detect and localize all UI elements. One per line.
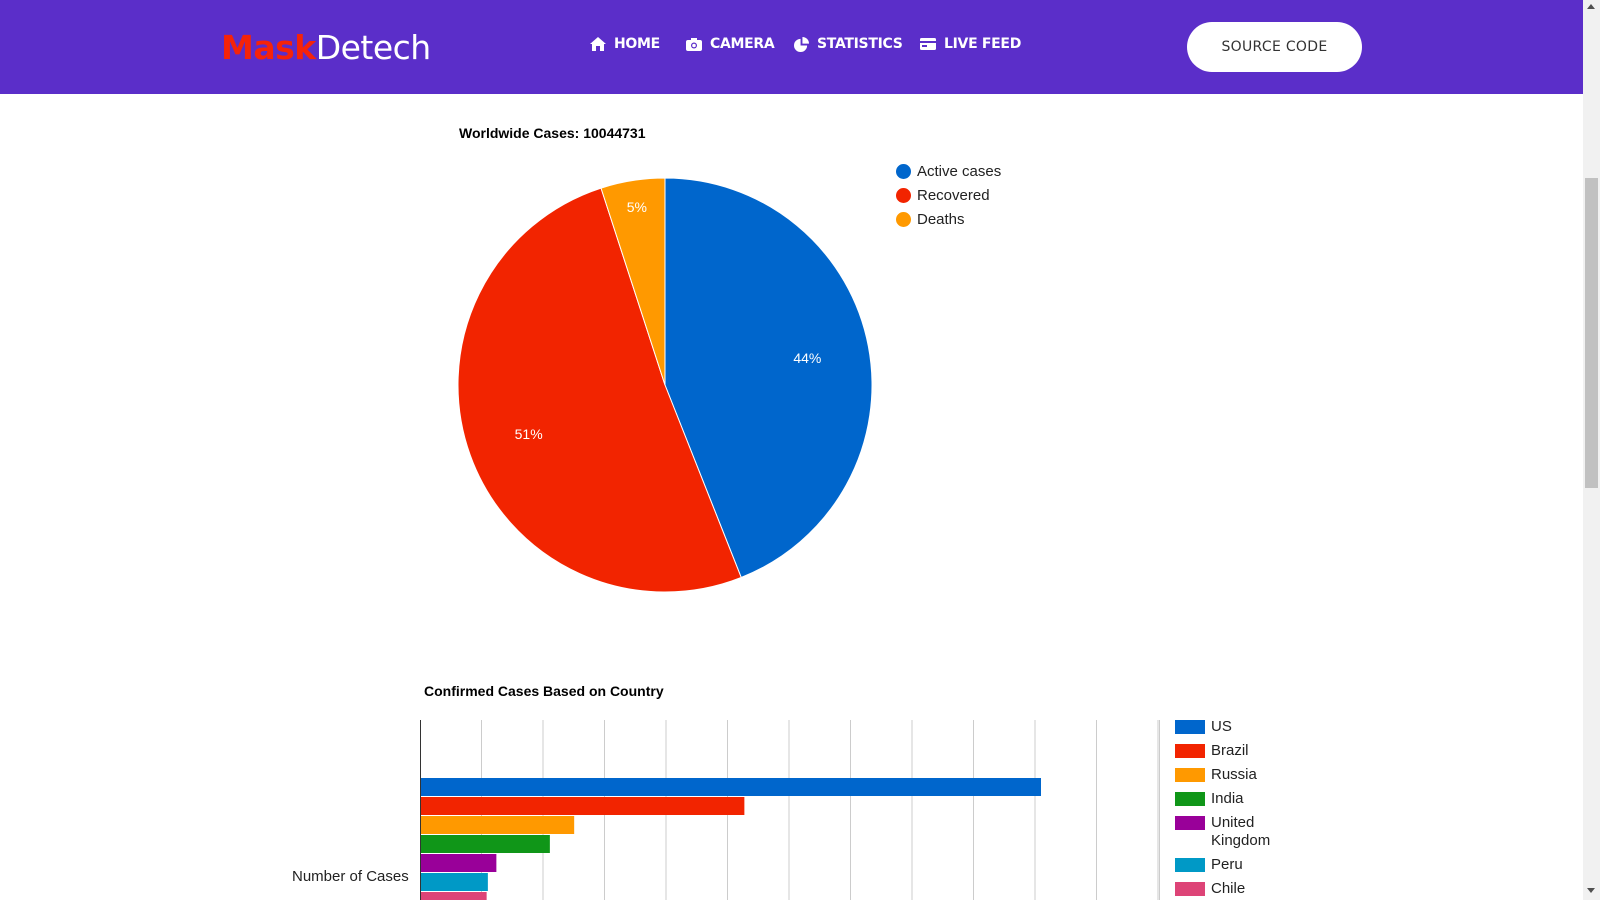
legend-dot bbox=[896, 212, 911, 227]
pie-legend-item[interactable]: Deaths bbox=[896, 211, 965, 228]
bar-legend-item[interactable]: Russia bbox=[1175, 766, 1281, 784]
bar-legend-label: United Kingdom bbox=[1211, 814, 1271, 849]
bar-legend-label: Peru bbox=[1211, 856, 1243, 873]
legend-swatch bbox=[1175, 744, 1205, 758]
pie-slice-label: 51% bbox=[515, 426, 543, 442]
legend-dot bbox=[896, 164, 911, 179]
nav-camera-label: CAMERA bbox=[710, 36, 775, 52]
bar-chart bbox=[420, 720, 1160, 900]
pie-slice-label: 44% bbox=[793, 350, 821, 366]
legend-swatch bbox=[1175, 792, 1205, 806]
pie-legend-label: Recovered bbox=[917, 187, 990, 204]
legend-swatch bbox=[1175, 882, 1205, 896]
legend-dot bbox=[896, 188, 911, 203]
nav-live-feed-label: LIVE FEED bbox=[944, 36, 1022, 52]
bar-legend-item[interactable]: Chile bbox=[1175, 880, 1281, 898]
bar-legend-label: India bbox=[1211, 790, 1244, 807]
source-code-button[interactable]: SOURCE CODE bbox=[1187, 22, 1362, 72]
home-icon bbox=[590, 37, 606, 51]
page: MaskDetech HOME CAMERA STATISTICS LIVE F… bbox=[0, 0, 1600, 900]
bar-russia[interactable] bbox=[421, 816, 575, 834]
nav-statistics-label: STATISTICS bbox=[817, 36, 903, 52]
legend-swatch bbox=[1175, 858, 1205, 872]
pie-legend-item[interactable]: Recovered bbox=[896, 187, 990, 204]
bar-legend-item[interactable]: India bbox=[1175, 790, 1281, 808]
pie-chart-icon bbox=[794, 36, 809, 52]
bar-legend-label: Brazil bbox=[1211, 742, 1249, 759]
nav-home-label: HOME bbox=[614, 36, 660, 52]
legend-swatch bbox=[1175, 768, 1205, 782]
nav-live-feed[interactable]: LIVE FEED bbox=[920, 36, 1021, 52]
bar-india[interactable] bbox=[421, 835, 550, 853]
bar-legend: US Brazil Russia India United Kingdom Peru Chi… bbox=[1175, 718, 1281, 900]
bar-legend-item[interactable]: Brazil bbox=[1175, 742, 1281, 760]
pie-chart: 44% 51% 5% bbox=[457, 177, 873, 593]
legend-swatch bbox=[1175, 816, 1205, 830]
scroll-down-arrow-icon[interactable] bbox=[1587, 888, 1595, 893]
logo[interactable]: MaskDetech bbox=[221, 28, 431, 67]
nav-statistics[interactable]: STATISTICS bbox=[794, 36, 903, 52]
logo-detech: Detech bbox=[315, 28, 432, 67]
nav-camera[interactable]: CAMERA bbox=[686, 36, 775, 52]
bar-legend-item[interactable]: Peru bbox=[1175, 856, 1281, 874]
bar-peru[interactable] bbox=[421, 873, 488, 891]
bar-legend-label: US bbox=[1211, 718, 1232, 735]
bar-legend-item[interactable]: United Kingdom bbox=[1175, 814, 1281, 850]
navbar: MaskDetech HOME CAMERA STATISTICS LIVE F… bbox=[0, 0, 1583, 94]
pie-legend-label: Active cases bbox=[917, 163, 1002, 180]
pie-legend-item[interactable]: Active cases bbox=[896, 163, 1001, 180]
bar-legend-item[interactable]: US bbox=[1175, 718, 1281, 736]
scrollbar[interactable] bbox=[1583, 0, 1600, 900]
pie-chart-title: Worldwide Cases: 10044731 bbox=[459, 125, 646, 141]
bar-legend-label: Chile bbox=[1211, 880, 1246, 897]
bar-chart-title: Confirmed Cases Based on Country bbox=[424, 683, 664, 699]
pie-slice-label: 5% bbox=[627, 199, 647, 215]
bar-chart-ylabel: Number of Cases bbox=[292, 868, 409, 885]
scroll-thumb[interactable] bbox=[1585, 178, 1598, 488]
bar-united-kingdom[interactable] bbox=[421, 854, 497, 872]
legend-swatch bbox=[1175, 720, 1205, 734]
logo-mask: Mask bbox=[221, 28, 316, 67]
card-icon bbox=[920, 38, 936, 50]
nav-home[interactable]: HOME bbox=[590, 36, 660, 52]
bar-us[interactable] bbox=[421, 778, 1041, 796]
bar-legend-label: Russia bbox=[1211, 766, 1257, 783]
pie-legend-label: Deaths bbox=[917, 211, 965, 228]
bar-brazil[interactable] bbox=[421, 797, 745, 815]
bar-chile[interactable] bbox=[421, 892, 487, 900]
scroll-up-arrow-icon[interactable] bbox=[1587, 4, 1595, 9]
camera-icon bbox=[686, 37, 702, 51]
